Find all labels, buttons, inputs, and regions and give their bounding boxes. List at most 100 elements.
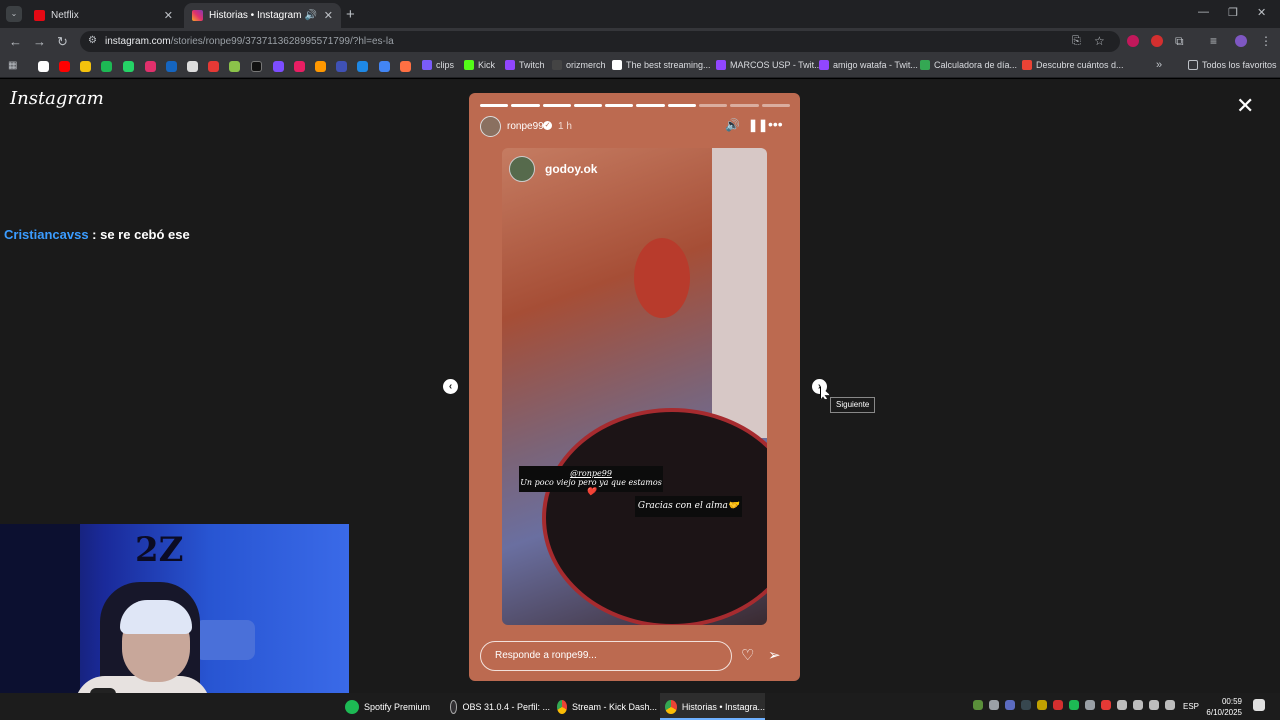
bookmark-descubre[interactable]: Descubre cuántos d...	[1022, 60, 1124, 70]
google-icon[interactable]	[38, 61, 49, 72]
window-close-icon[interactable]: ✕	[1257, 6, 1266, 19]
network-icon[interactable]	[1133, 700, 1143, 710]
outlook-icon[interactable]	[357, 61, 368, 72]
site-info-icon[interactable]: ⚙	[88, 35, 97, 46]
caption-mention[interactable]: @ronpe99	[519, 469, 663, 478]
extension-icon[interactable]	[1151, 35, 1163, 47]
translate-icon[interactable]	[379, 61, 390, 72]
forward-icon[interactable]: →	[33, 34, 46, 49]
youtube-icon[interactable]	[59, 61, 70, 72]
streamer-hair	[120, 600, 192, 634]
taskbar-obs[interactable]: OBS 31.0.4 - Perfil: ...	[450, 693, 550, 720]
pause-icon[interactable]: ❚❚	[748, 118, 768, 132]
send-icon[interactable]: ➢	[768, 646, 781, 664]
bookmark-kick[interactable]: Kick	[464, 60, 495, 70]
extension-icon[interactable]	[1127, 35, 1139, 47]
bookmark-twitch[interactable]: Twitch	[505, 60, 545, 70]
story-username[interactable]: ronpe99	[507, 121, 544, 132]
more-bookmarks-icon[interactable]: »	[1156, 59, 1162, 71]
tray-icon[interactable]	[989, 700, 999, 710]
bookmark-icon[interactable]	[208, 61, 219, 72]
close-tab-icon[interactable]: ✕	[324, 9, 333, 22]
tray-spotify-icon[interactable]	[1069, 700, 1079, 710]
taskbar-chrome-kick[interactable]: Stream - Kick Dash...	[557, 693, 657, 720]
shared-post-username[interactable]: godoy.ok	[545, 162, 597, 176]
new-tab-button[interactable]: +	[346, 6, 355, 23]
back-icon[interactable]: ←	[9, 34, 22, 49]
tray-icon[interactable]	[1037, 700, 1047, 710]
tiktok-icon[interactable]	[251, 61, 262, 72]
bookmark-icon[interactable]	[229, 61, 240, 72]
bookmark-label: clips	[436, 60, 455, 70]
apps-grid-icon[interactable]: ▦	[8, 60, 17, 71]
webcam-overlay: 2Z	[0, 524, 349, 720]
bookmark-icon[interactable]	[80, 61, 91, 72]
heart-icon[interactable]: ♡	[741, 646, 754, 664]
minimize-icon[interactable]: —	[1198, 6, 1209, 18]
tab-search-button[interactable]: ⌄	[6, 6, 22, 22]
taskbar-spotify[interactable]: Spotify Premium	[345, 693, 445, 720]
verified-badge-icon: ✓	[543, 121, 552, 130]
next-tooltip: Siguiente	[830, 397, 876, 413]
profile-avatar[interactable]	[1235, 35, 1247, 47]
url-text[interactable]: instagram.com/stories/ronpe99/3737113628…	[105, 36, 394, 47]
bookmark-icon[interactable]	[315, 61, 326, 72]
tray-icon[interactable]	[1117, 700, 1127, 710]
bookmark-star-icon[interactable]: ☆	[1094, 34, 1105, 48]
tab-netflix[interactable]: Netflix ✕	[26, 3, 181, 28]
chrome-icon	[557, 699, 567, 714]
tray-nvidia-icon[interactable]	[973, 700, 983, 710]
bookmark-icon[interactable]	[336, 61, 347, 72]
chrome-icon	[665, 699, 677, 714]
tray-icon[interactable]	[1005, 700, 1015, 710]
tray-icon[interactable]	[1021, 700, 1031, 710]
reload-icon[interactable]: ↻	[57, 34, 68, 50]
twitch-icon	[716, 60, 726, 70]
bookmark-icon[interactable]	[166, 61, 177, 72]
bookmark-icon[interactable]	[294, 61, 305, 72]
tray-icon[interactable]	[1053, 700, 1063, 710]
bookmark-calculadora[interactable]: Calculadora de día...	[920, 60, 1017, 70]
shared-post-avatar[interactable]	[509, 156, 535, 182]
bookmark-icon[interactable]	[101, 61, 112, 72]
previous-story-icon[interactable]: ‹	[443, 379, 458, 394]
all-bookmarks-folder[interactable]: Todos los favoritos	[1188, 60, 1277, 70]
close-tab-icon[interactable]: ✕	[164, 9, 173, 22]
twitch-icon	[505, 60, 515, 70]
bookmark-icon[interactable]	[400, 61, 411, 72]
close-story-icon[interactable]: ✕	[1236, 93, 1254, 119]
system-clock[interactable]: 00:59 6/10/2025	[1198, 696, 1242, 718]
tab-instagram[interactable]: Historias • Instagram 🔊 ✕	[184, 3, 341, 28]
tray-icon[interactable]	[1101, 700, 1111, 710]
story-video[interactable]	[502, 148, 767, 625]
install-app-icon[interactable]: ⎘	[1072, 35, 1081, 48]
reply-input[interactable]: Responde a ronpe99...	[480, 641, 732, 671]
speaker-icon[interactable]: 🔊	[305, 10, 317, 21]
bookmark-orizmerch[interactable]: orizmerch	[552, 60, 606, 70]
microphone-icon[interactable]	[1149, 700, 1159, 710]
story-avatar[interactable]	[480, 116, 501, 137]
volume-icon[interactable]	[1165, 700, 1175, 710]
whatsapp-icon[interactable]	[123, 61, 134, 72]
bookmark-icon[interactable]	[273, 61, 284, 72]
progress-segment	[573, 104, 603, 107]
story-progress	[480, 104, 790, 107]
restore-icon[interactable]: ❐	[1228, 6, 1238, 19]
globe-icon	[552, 60, 562, 70]
bookmark-streaming[interactable]: The best streaming...	[612, 60, 711, 70]
instagram-logo[interactable]: Instagram	[10, 88, 104, 109]
language-indicator[interactable]: ESP	[1183, 702, 1199, 711]
bookmark-marcos-usp[interactable]: MARCOS USP - Twit...	[716, 60, 822, 70]
sound-icon[interactable]: 🔊	[725, 118, 740, 132]
menu-kebab-icon[interactable]: ⋮	[1260, 34, 1272, 48]
notifications-icon[interactable]	[1253, 699, 1265, 711]
more-options-icon[interactable]: •••	[768, 116, 783, 132]
bookmark-amigo-watafa[interactable]: amigo watafa - Twit...	[819, 60, 918, 70]
tray-icon[interactable]	[1085, 700, 1095, 710]
bookmark-clips[interactable]: clips	[422, 60, 454, 70]
media-control-icon[interactable]: ≡	[1210, 34, 1217, 48]
extensions-puzzle-icon[interactable]: ⧉	[1175, 34, 1184, 49]
bookmark-icon[interactable]	[187, 61, 198, 72]
instagram-icon[interactable]	[145, 61, 156, 72]
taskbar-chrome-instagram[interactable]: Historias • Instagra...	[660, 693, 765, 720]
